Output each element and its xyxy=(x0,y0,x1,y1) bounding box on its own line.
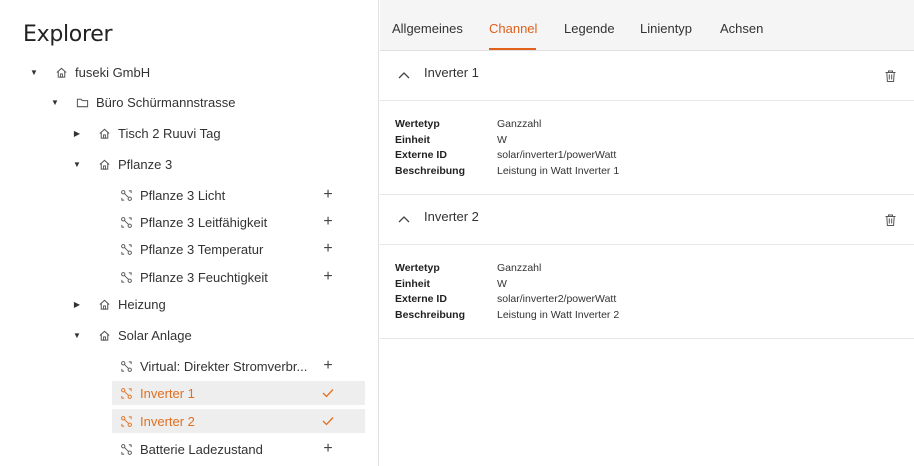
tree-item-buero[interactable]: ▼ Büro Schürmannstrasse xyxy=(50,90,235,114)
prop-key: Beschreibung xyxy=(395,309,466,321)
chevron-right-icon[interactable]: ▶ xyxy=(72,300,82,309)
tree-item-tisch[interactable]: ▶ Tisch 2 Ruuvi Tag xyxy=(72,121,221,145)
channel-icon xyxy=(119,242,133,256)
add-channel-button[interactable]: + xyxy=(321,241,335,257)
explorer-panel: Explorer ▼ fuseki GmbH ▼ Büro Schürmanns… xyxy=(0,0,379,466)
tree-item-label: Tisch 2 Ruuvi Tag xyxy=(118,125,221,141)
channel-icon xyxy=(119,359,133,373)
prop-value: Leistung in Watt Inverter 1 xyxy=(497,165,620,177)
tree-item-label: Pflanze 3 Feuchtigkeit xyxy=(140,269,268,285)
channel-card-header[interactable]: Inverter 2 xyxy=(380,195,914,245)
prop-key: Einheit xyxy=(395,134,431,146)
prop-value: solar/inverter1/powerWatt xyxy=(497,149,617,161)
tree-item-label: Inverter 1 xyxy=(140,385,195,401)
channel-card-body: Wertetyp Ganzzahl Einheit W Externe ID s… xyxy=(380,245,914,339)
tree-item-label: Pflanze 3 Leitfähigkeit xyxy=(140,214,268,230)
home-icon xyxy=(97,126,111,140)
tree-item-label: Pflanze 3 xyxy=(118,156,173,172)
channel-icon xyxy=(119,188,133,202)
channel-card-body: Wertetyp Ganzzahl Einheit W Externe ID s… xyxy=(380,101,914,195)
active-tab-indicator xyxy=(489,48,536,50)
tree-item-label: Büro Schürmannstrasse xyxy=(96,94,236,110)
tree-item-label: Batterie Ladezustand xyxy=(140,441,263,457)
tab-channel[interactable]: Channel xyxy=(489,21,537,36)
prop-value: Ganzzahl xyxy=(497,118,542,130)
tree-item-label: Heizung xyxy=(118,296,166,312)
tree-item-pflanze-3-feuchtigkeit[interactable]: Pflanze 3 Feuchtigkeit + xyxy=(119,265,335,289)
chevron-down-icon[interactable]: ▼ xyxy=(29,68,39,77)
folder-icon xyxy=(75,95,89,109)
chevron-down-icon[interactable]: ▼ xyxy=(72,331,82,340)
home-icon xyxy=(97,328,111,342)
tab-allgemeines[interactable]: Allgemeines xyxy=(392,21,463,36)
tree-item-inverter-1[interactable]: Inverter 1 xyxy=(112,381,365,405)
prop-value: Leistung in Watt Inverter 2 xyxy=(497,309,620,321)
tree-item-label: Pflanze 3 Licht xyxy=(140,187,226,203)
tree-item-pflanze-3-leitfaehigkeit[interactable]: Pflanze 3 Leitfähigkeit + xyxy=(119,210,335,234)
channel-icon xyxy=(119,215,133,229)
tree-item-label: Inverter 2 xyxy=(140,413,195,429)
home-icon xyxy=(97,157,111,171)
tree-item-pflanze-3[interactable]: ▼ Pflanze 3 xyxy=(72,152,172,176)
tab-bar: Allgemeines Channel Legende Linientyp Ac… xyxy=(380,0,914,51)
prop-value: Ganzzahl xyxy=(497,262,542,274)
prop-key: Beschreibung xyxy=(395,165,466,177)
channel-icon xyxy=(119,386,133,400)
trash-icon[interactable] xyxy=(885,214,896,229)
prop-value: W xyxy=(497,134,507,146)
tree-item-virtual-stromverbrauch[interactable]: Virtual: Direkter Stromverbr... + xyxy=(119,354,335,378)
channel-card-title: Inverter 1 xyxy=(424,65,479,80)
chevron-up-icon[interactable] xyxy=(398,67,410,82)
home-icon xyxy=(54,65,68,79)
channel-card-header[interactable]: Inverter 1 xyxy=(380,51,914,101)
add-channel-button[interactable]: + xyxy=(321,358,335,374)
channel-icon xyxy=(119,442,133,456)
prop-value: solar/inverter2/powerWatt xyxy=(497,293,617,305)
chevron-right-icon[interactable]: ▶ xyxy=(72,129,82,138)
tree-item-fuseki[interactable]: ▼ fuseki GmbH xyxy=(29,60,150,84)
tab-legende[interactable]: Legende xyxy=(564,21,615,36)
tree-item-inverter-2[interactable]: Inverter 2 xyxy=(112,409,365,433)
add-channel-button[interactable]: + xyxy=(321,214,335,230)
prop-key: Wertetyp xyxy=(395,118,440,130)
chevron-up-icon[interactable] xyxy=(398,211,410,226)
channel-card-title: Inverter 2 xyxy=(424,209,479,224)
tree-item-label: Solar Anlage xyxy=(118,327,192,343)
tree-item-pflanze-3-licht[interactable]: Pflanze 3 Licht + xyxy=(119,183,335,207)
prop-key: Externe ID xyxy=(395,293,447,305)
trash-icon[interactable] xyxy=(885,70,896,85)
channel-icon xyxy=(119,270,133,284)
prop-value: W xyxy=(497,278,507,290)
tree-item-label: Pflanze 3 Temperatur xyxy=(140,241,264,257)
channel-settings-panel: Allgemeines Channel Legende Linientyp Ac… xyxy=(380,0,914,466)
tree-item-label: Virtual: Direkter Stromverbr... xyxy=(140,358,308,374)
check-icon[interactable] xyxy=(321,416,335,426)
chevron-down-icon[interactable]: ▼ xyxy=(50,98,60,107)
chevron-down-icon[interactable]: ▼ xyxy=(72,160,82,169)
tree-item-heizung[interactable]: ▶ Heizung xyxy=(72,292,166,316)
add-channel-button[interactable]: + xyxy=(321,269,335,285)
tree-item-pflanze-3-temperatur[interactable]: Pflanze 3 Temperatur + xyxy=(119,237,335,261)
home-icon xyxy=(97,297,111,311)
tree-item-solar-anlage[interactable]: ▼ Solar Anlage xyxy=(72,323,192,347)
check-icon[interactable] xyxy=(321,388,335,398)
add-channel-button[interactable]: + xyxy=(321,187,335,203)
add-channel-button[interactable]: + xyxy=(321,441,335,457)
channel-icon xyxy=(119,414,133,428)
tab-linientyp[interactable]: Linientyp xyxy=(640,21,692,36)
tab-achsen[interactable]: Achsen xyxy=(720,21,763,36)
explorer-title: Explorer xyxy=(23,22,113,47)
prop-key: Externe ID xyxy=(395,149,447,161)
prop-key: Einheit xyxy=(395,278,431,290)
tree-item-label: fuseki GmbH xyxy=(75,64,151,80)
tree-item-batterie-ladezustand[interactable]: Batterie Ladezustand + xyxy=(119,437,335,461)
prop-key: Wertetyp xyxy=(395,262,440,274)
